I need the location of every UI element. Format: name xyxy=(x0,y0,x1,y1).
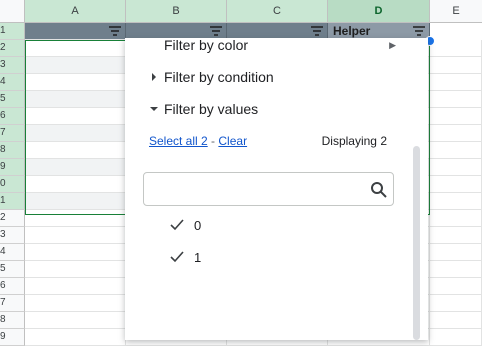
filter-icon[interactable] xyxy=(109,26,121,36)
filter-dropdown: Filter by color ▶ Filter by condition Fi… xyxy=(125,37,428,340)
grid-cell[interactable] xyxy=(25,227,126,244)
grid-cell[interactable] xyxy=(25,176,126,193)
grid-cell[interactable] xyxy=(430,227,482,244)
grid-cell[interactable] xyxy=(25,312,126,329)
grid-cell[interactable] xyxy=(25,159,126,176)
menu-item-filter-by-color[interactable]: Filter by color ▶ xyxy=(125,32,428,58)
grid-cell[interactable] xyxy=(430,261,482,278)
column-header-a[interactable]: A xyxy=(25,0,126,23)
clear-link[interactable]: Clear xyxy=(218,134,247,148)
grid-cell[interactable] xyxy=(25,329,126,346)
menu-item-filter-by-values[interactable]: Filter by values xyxy=(125,96,428,122)
row-header[interactable]: 6 xyxy=(0,278,25,295)
grid-cell[interactable] xyxy=(430,176,482,193)
value-search-input[interactable] xyxy=(152,179,366,201)
menu-item-filter-by-condition[interactable]: Filter by condition xyxy=(125,64,428,90)
grid-cell[interactable] xyxy=(430,210,482,227)
row-header[interactable]: 1 xyxy=(0,193,25,210)
column-header-c[interactable]: C xyxy=(227,0,328,23)
grid-cell[interactable] xyxy=(430,295,482,312)
row-header[interactable]: 1 xyxy=(0,23,25,40)
grid-cell[interactable] xyxy=(25,295,126,312)
grid-cell[interactable] xyxy=(430,125,482,142)
value-search-box[interactable] xyxy=(143,172,394,206)
grid-cell[interactable] xyxy=(430,159,482,176)
grid-cell[interactable] xyxy=(430,312,482,329)
grid-cell[interactable] xyxy=(25,91,126,108)
grid-cell[interactable] xyxy=(25,278,126,295)
grid-cell[interactable] xyxy=(430,74,482,91)
row-header[interactable]: 7 xyxy=(0,125,25,142)
value-label: 0 xyxy=(194,218,202,233)
grid-cell[interactable] xyxy=(430,142,482,159)
row-header[interactable]: 0 xyxy=(0,176,25,193)
grid-cell[interactable] xyxy=(430,57,482,74)
grid-cell[interactable] xyxy=(25,125,126,142)
value-label: 1 xyxy=(194,250,202,265)
grid-cell[interactable] xyxy=(430,108,482,125)
row-header[interactable]: 3 xyxy=(0,57,25,74)
row-header[interactable]: 9 xyxy=(0,159,25,176)
row-header[interactable]: 4 xyxy=(0,74,25,91)
search-icon[interactable] xyxy=(370,181,388,199)
menu-item-label: Filter by condition xyxy=(164,69,274,85)
grid-cell[interactable] xyxy=(25,193,126,210)
row-header[interactable]: 4 xyxy=(0,244,25,261)
grid-cell[interactable] xyxy=(25,40,126,57)
column-header-e[interactable]: E xyxy=(430,0,482,23)
menu-item-label: Filter by color xyxy=(164,37,249,53)
row-header[interactable]: 9 xyxy=(0,329,25,346)
grid-cell[interactable] xyxy=(430,193,482,210)
grid-cell[interactable] xyxy=(430,91,482,108)
caret-down-icon xyxy=(150,107,158,111)
grid-cell[interactable] xyxy=(25,142,126,159)
grid-cell[interactable] xyxy=(430,278,482,295)
row-header[interactable]: 5 xyxy=(0,91,25,108)
header-cell-a[interactable] xyxy=(25,23,126,40)
column-header-b[interactable]: B xyxy=(126,0,227,23)
row-header[interactable]: 5 xyxy=(0,261,25,278)
row-header[interactable]: 2 xyxy=(0,40,25,57)
row-header[interactable]: 7 xyxy=(0,295,25,312)
checkmark-icon[interactable] xyxy=(170,219,184,231)
grid-cell[interactable] xyxy=(25,244,126,261)
row-header[interactable]: 6 xyxy=(0,108,25,125)
caret-right-icon xyxy=(152,73,156,81)
dropdown-scrollbar[interactable] xyxy=(413,146,420,340)
grid-cell[interactable] xyxy=(25,261,126,278)
column-header-d[interactable]: D xyxy=(328,0,430,23)
checkmark-icon[interactable] xyxy=(170,251,184,263)
grid-cell[interactable] xyxy=(25,108,126,125)
select-all-link[interactable]: Select all 2 xyxy=(149,134,208,148)
grid-cell[interactable] xyxy=(25,74,126,91)
grid-cell[interactable] xyxy=(25,57,126,74)
row-header[interactable]: 3 xyxy=(0,227,25,244)
select-all-corner[interactable] xyxy=(0,0,25,23)
row-header[interactable]: 2 xyxy=(0,210,25,227)
grid-cell[interactable] xyxy=(430,244,482,261)
submenu-arrow-icon: ▶ xyxy=(389,40,396,50)
row-header[interactable]: 8 xyxy=(0,142,25,159)
grid-cell[interactable] xyxy=(430,329,482,346)
select-links: Select all 2 - Clear xyxy=(149,134,247,148)
displaying-count: Displaying 2 xyxy=(321,134,387,148)
grid-cell[interactable] xyxy=(25,210,126,227)
row-header[interactable]: 8 xyxy=(0,312,25,329)
link-separator: - xyxy=(211,134,216,148)
grid-cell[interactable] xyxy=(430,40,482,57)
menu-item-label: Filter by values xyxy=(164,101,259,117)
